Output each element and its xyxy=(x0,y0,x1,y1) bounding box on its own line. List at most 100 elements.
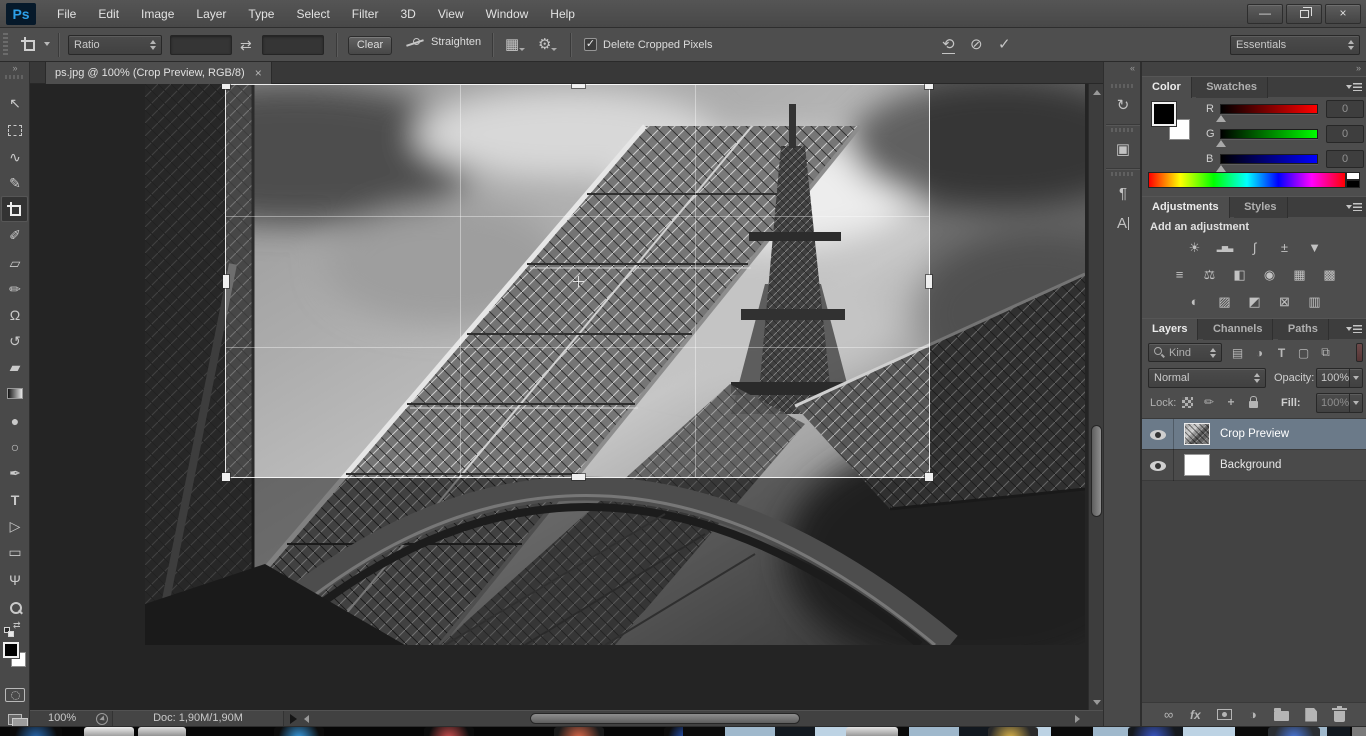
filter-type-layers-icon[interactable]: T xyxy=(1273,344,1290,361)
tab-adjustments[interactable]: Adjustments xyxy=(1142,197,1230,218)
opacity-select[interactable]: 100% xyxy=(1316,368,1363,388)
reset-crop-icon[interactable]: ⟲ xyxy=(942,37,955,54)
adjustment-brightness-contrast-icon[interactable]: ☀ xyxy=(1183,239,1206,256)
workspace-select[interactable]: Essentials xyxy=(1230,35,1360,55)
menu-3d[interactable]: 3D xyxy=(389,0,426,28)
layer-filter-toggle[interactable] xyxy=(1356,343,1363,362)
tool-type[interactable]: T xyxy=(0,487,30,513)
default-swap-colors-widget[interactable]: ⇄ xyxy=(0,620,30,640)
crop-tool-preset-button[interactable] xyxy=(21,37,36,57)
foreground-color-swatch[interactable] xyxy=(1152,102,1176,126)
toolstrip-gripper[interactable] xyxy=(5,75,25,79)
adjustment-hue-saturation-icon[interactable]: ≡ xyxy=(1168,266,1191,283)
lock-all-icon[interactable] xyxy=(1244,393,1262,411)
dock-gripper[interactable] xyxy=(1111,172,1135,176)
spectrum-white-swatch[interactable] xyxy=(1346,172,1360,180)
tab-paths[interactable]: Paths xyxy=(1277,319,1329,340)
tool-path-selection[interactable]: ▷ xyxy=(0,513,30,539)
menu-view[interactable]: View xyxy=(427,0,475,28)
menu-window[interactable]: Window xyxy=(475,0,540,28)
crop-handle-top-right[interactable] xyxy=(925,84,933,89)
layer-thumbnail[interactable] xyxy=(1184,454,1210,476)
crop-handle-bottom-left[interactable] xyxy=(222,473,230,481)
filter-pixel-layers-icon[interactable]: ▤ xyxy=(1229,344,1246,361)
restore-button[interactable] xyxy=(1286,3,1322,24)
vertical-scrollbar[interactable] xyxy=(1088,84,1103,710)
vertical-scroll-thumb[interactable] xyxy=(1091,425,1102,517)
crop-width-input[interactable] xyxy=(170,35,232,55)
dropdown-icon[interactable] xyxy=(1349,369,1362,387)
tool-brush[interactable]: ✏ xyxy=(0,276,30,302)
adjustment-curves-icon[interactable]: ∫ xyxy=(1243,239,1266,256)
layer-row-crop-preview[interactable]: Crop Preview xyxy=(1142,419,1366,450)
close-button[interactable]: × xyxy=(1325,3,1361,24)
quick-mask-button[interactable] xyxy=(0,682,30,708)
crop-handle-bottom[interactable] xyxy=(572,474,585,480)
history-panel-icon[interactable]: ↻ xyxy=(1108,92,1138,118)
filter-shape-layers-icon[interactable]: ▢ xyxy=(1295,344,1312,361)
lock-transparency-icon[interactable] xyxy=(1178,393,1196,411)
tool-crop[interactable] xyxy=(1,196,28,222)
foreground-color-swatch[interactable] xyxy=(3,642,19,658)
properties-panel-icon[interactable]: ▣ xyxy=(1108,136,1138,162)
filter-adjustment-layers-icon[interactable]: ◑ xyxy=(1251,344,1268,361)
scroll-left-icon[interactable] xyxy=(304,714,313,724)
new-adjustment-layer-icon[interactable]: ◑ xyxy=(1249,708,1257,721)
new-group-icon[interactable] xyxy=(1273,708,1289,721)
crop-height-input[interactable] xyxy=(262,35,324,55)
scroll-down-icon[interactable] xyxy=(1089,696,1103,708)
document-tab[interactable]: ps.jpg @ 100% (Crop Preview, RGB/8) × xyxy=(45,62,272,84)
red-slider[interactable] xyxy=(1220,104,1318,114)
link-layers-icon[interactable]: ∞ xyxy=(1164,708,1173,721)
green-value-field[interactable]: 0 xyxy=(1326,125,1364,143)
taskbar-item[interactable] xyxy=(1128,727,1180,736)
adjustment-selective-color-icon[interactable]: ⊠ xyxy=(1273,293,1296,310)
tool-spot-healing-brush[interactable]: ▱ xyxy=(0,250,30,276)
layer-thumbnail[interactable] xyxy=(1184,423,1210,445)
paragraph-panel-icon[interactable]: ¶ xyxy=(1108,180,1138,206)
tool-zoom[interactable] xyxy=(0,594,30,620)
taskbar-item[interactable] xyxy=(274,727,324,736)
blue-value-field[interactable]: 0 xyxy=(1326,150,1364,168)
tool-hand[interactable]: Ψ xyxy=(0,567,30,593)
menu-edit[interactable]: Edit xyxy=(87,0,130,28)
ratio-select[interactable]: Ratio xyxy=(68,35,162,55)
tab-color[interactable]: Color xyxy=(1142,77,1192,98)
menu-layer[interactable]: Layer xyxy=(185,0,237,28)
tool-rectangle-shape[interactable]: ▭ xyxy=(0,539,30,565)
adjustment-levels-icon[interactable]: ▂▅▃ xyxy=(1213,239,1236,256)
new-layer-icon[interactable] xyxy=(1305,707,1318,722)
tool-dodge[interactable]: ○ xyxy=(0,434,30,460)
tab-layers[interactable]: Layers xyxy=(1142,319,1199,340)
document-size-field[interactable]: Doc: 1,90M/1,90M xyxy=(112,711,284,726)
tool-gradient[interactable] xyxy=(0,380,30,406)
menu-type[interactable]: Type xyxy=(237,0,285,28)
taskbar-item[interactable] xyxy=(1268,727,1320,736)
tool-clone-stamp[interactable]: Ω xyxy=(0,302,30,328)
dock-gripper[interactable] xyxy=(1111,128,1135,132)
taskbar-item[interactable] xyxy=(988,727,1038,736)
adjustment-photo-filter-icon[interactable]: ◉ xyxy=(1258,266,1281,283)
panels-collapse-icon[interactable]: » xyxy=(1356,63,1361,73)
visibility-cell[interactable] xyxy=(1142,450,1174,481)
swap-dimensions-icon[interactable]: ⇄ xyxy=(240,38,252,52)
fill-select[interactable]: 100% xyxy=(1316,393,1363,413)
toolstrip-collapse-icon[interactable]: » xyxy=(0,63,30,73)
tool-eyedropper[interactable]: ✐ xyxy=(0,222,30,248)
taskbar-show-desktop[interactable] xyxy=(1352,727,1366,736)
menu-image[interactable]: Image xyxy=(130,0,185,28)
layer-filter-kind-select[interactable]: Kind xyxy=(1148,343,1222,362)
tool-preset-dropdown-icon[interactable] xyxy=(44,42,50,46)
panel-menu-icon[interactable] xyxy=(1346,324,1362,335)
menu-filter[interactable]: Filter xyxy=(341,0,390,28)
crop-handle-bottom-right[interactable] xyxy=(925,473,933,481)
horizontal-scroll-thumb[interactable] xyxy=(530,713,800,724)
adjustment-threshold-icon[interactable]: ◩ xyxy=(1243,293,1266,310)
delete-cropped-pixels-checkbox[interactable]: ✓ xyxy=(584,38,597,51)
tab-swatches[interactable]: Swatches xyxy=(1196,77,1268,98)
crop-overlay-options-icon[interactable]: ▦ xyxy=(505,37,526,52)
scroll-right-icon[interactable] xyxy=(1075,714,1084,724)
tool-lasso[interactable]: ∿ xyxy=(0,144,30,170)
menu-select[interactable]: Select xyxy=(285,0,340,28)
panel-menu-icon[interactable] xyxy=(1346,202,1362,213)
